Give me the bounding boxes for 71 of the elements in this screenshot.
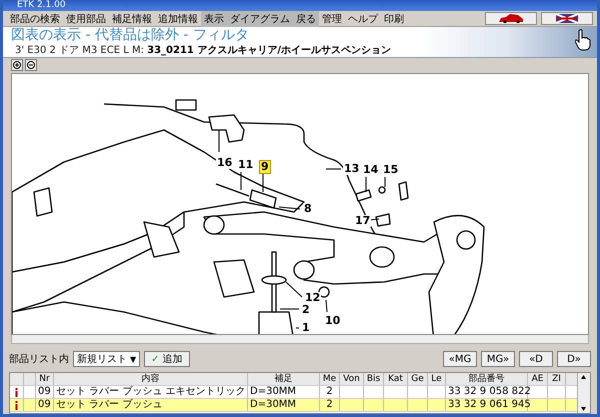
column-header[interactable]: Nr (36, 373, 54, 385)
warning-car-button[interactable] (485, 12, 537, 25)
callout-number[interactable]: 11 (237, 159, 254, 171)
menu-item[interactable]: 表示 (201, 10, 227, 26)
callout-number[interactable]: 13 (343, 163, 360, 175)
car-icon (498, 14, 524, 23)
zoom-in-button[interactable] (11, 59, 23, 71)
column-header[interactable]: AE (528, 373, 548, 385)
column-header[interactable]: 部品番号 (446, 373, 528, 385)
info-icon (15, 400, 18, 410)
column-header[interactable]: Le (428, 373, 446, 385)
callout-number[interactable]: 16 (216, 157, 234, 169)
column-header[interactable]: Bis (364, 373, 384, 385)
callout-number[interactable]: 17 (354, 215, 372, 227)
parts-row[interactable]: 09 セット ラバー ブッシュ D=30MM 2 33 32 9 061 945 (10, 399, 577, 412)
nav-button[interactable]: MG» (481, 351, 515, 367)
flag-button[interactable] (541, 12, 593, 25)
table-cell: セット ラバー ブッシュ エキセントリック (54, 386, 248, 398)
scroll-down-icon[interactable] (578, 405, 589, 413)
menu-item[interactable]: 補足情報 (109, 10, 155, 26)
table-cell: 09 (36, 386, 54, 398)
zoom-in-icon (12, 60, 22, 70)
menu-item[interactable]: 使用部品 (63, 10, 109, 26)
table-cell: 33 32 9 061 945 (446, 399, 528, 411)
table-cell: 09 (36, 399, 54, 411)
parts-row[interactable]: 09 セット ラバー ブッシュ エキセントリック D=30MM 2 33 32 9 058 822 (10, 386, 577, 399)
menu-item[interactable]: ダイアグラム (227, 10, 293, 26)
callout-number[interactable]: 14 (362, 164, 380, 176)
vehicle-subtitle: 3' E30 2 ドア M3 ECE L M: 33_0211 アクスルキャリア/ホイールサスペンション (14, 44, 392, 57)
table-cell: セット ラバー ブッシュ (54, 399, 248, 411)
menu-item[interactable]: 管理 (319, 10, 345, 26)
table-cell: 2 (320, 399, 340, 411)
table-cell: 33 32 9 058 822 (446, 386, 528, 398)
callout-number[interactable]: 10 (324, 315, 342, 327)
flag-icon (556, 14, 578, 23)
table-cell: D=30MM (248, 386, 320, 398)
callout-number[interactable]: 1 (301, 322, 311, 334)
column-header[interactable]: Ge (408, 373, 428, 385)
checkmark-icon: ✓ (151, 354, 160, 364)
table-cell: D=30MM (248, 399, 320, 411)
list-dropdown[interactable]: 新規リスト ▼ (73, 351, 140, 367)
table-cell: 2 (320, 386, 340, 398)
menu-item[interactable]: 部品の検索 (7, 10, 63, 26)
column-header[interactable]: Me (320, 373, 340, 385)
zoom-out-icon (26, 60, 36, 70)
add-button[interactable]: ✓ 追加 (144, 351, 190, 367)
column-header[interactable]: Von (340, 373, 364, 385)
callout-number[interactable]: 2 (301, 304, 311, 316)
column-header[interactable]: ZI (548, 373, 566, 385)
callout-number[interactable]: 12 (304, 292, 322, 304)
menu-item[interactable]: 追加情報 (155, 10, 201, 26)
nav-button[interactable]: «D (519, 351, 553, 367)
parts-list-label: 部品リスト内 (9, 352, 69, 366)
horizontal-scrollbar[interactable] (11, 335, 589, 344)
nav-button[interactable]: D» (557, 351, 591, 367)
dropdown-arrow-icon: ▼ (130, 354, 136, 364)
info-icon (15, 388, 18, 396)
callout-number[interactable]: 8 (303, 203, 313, 215)
menu-item[interactable]: ヘルプ (345, 10, 381, 26)
zoom-out-button[interactable] (25, 59, 37, 71)
column-header[interactable]: Kat (384, 373, 408, 385)
pointing-hand-icon (575, 29, 591, 51)
nav-button[interactable]: «MG (443, 351, 477, 367)
column-header[interactable]: 内容 (54, 373, 248, 385)
page-title: 図表の表示 - 代替品は除外 - フィルタ (11, 27, 250, 43)
window-title: ETK 2.1.00 (3, 0, 597, 11)
menu-item[interactable]: 印刷 (381, 10, 407, 26)
callout-number[interactable]: 9 (259, 160, 271, 174)
column-header[interactable]: 補足 (248, 373, 320, 385)
menu-item[interactable]: 戻る (293, 10, 319, 26)
callout-number[interactable]: 15 (382, 164, 400, 176)
